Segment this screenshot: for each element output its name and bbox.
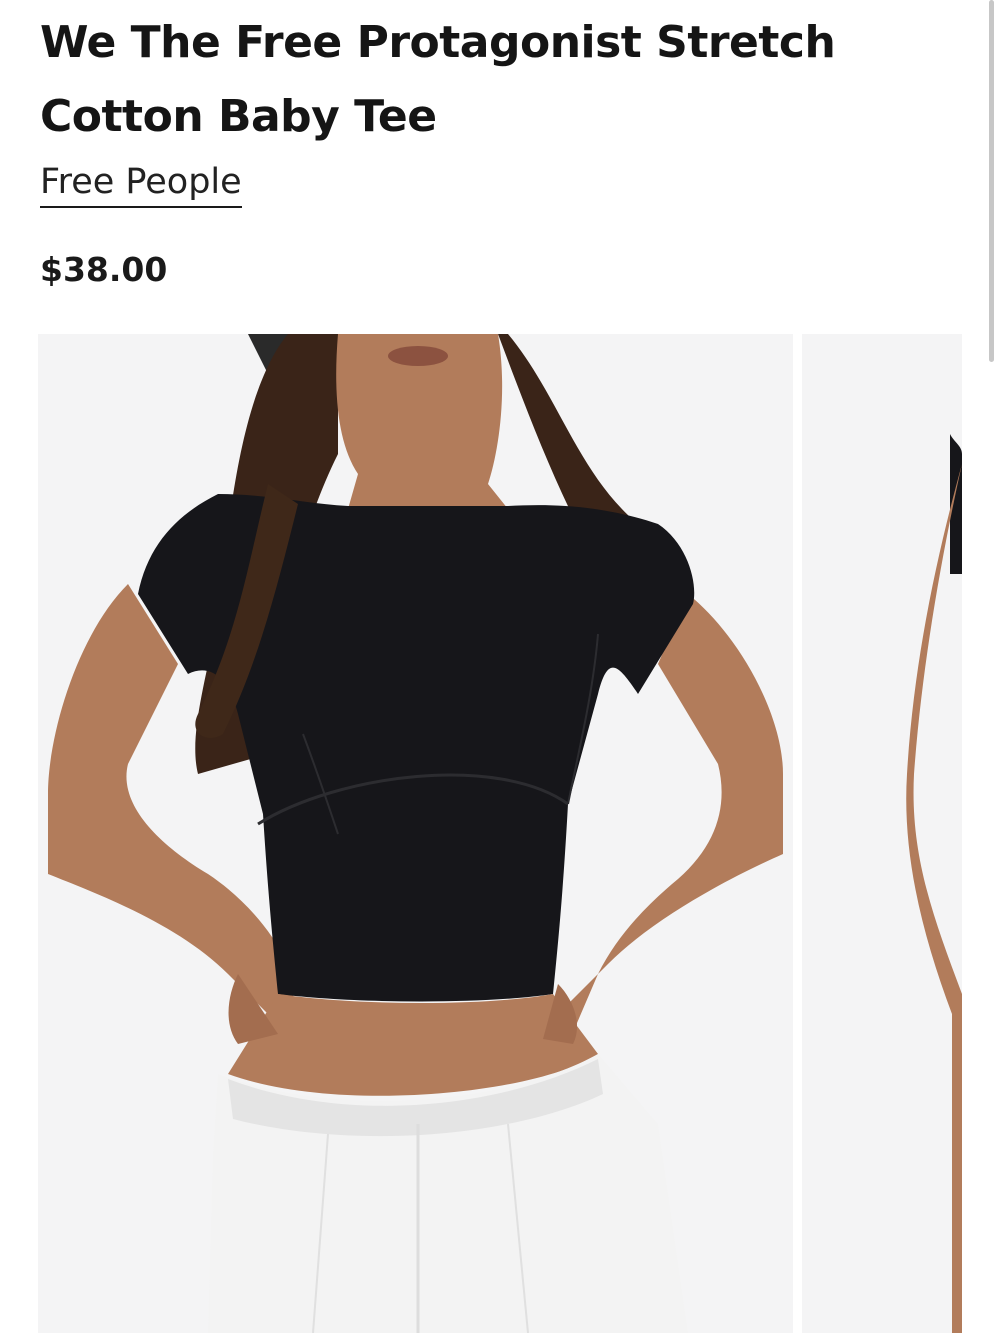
scrollbar[interactable] <box>989 0 994 362</box>
model-side-photo-illustration <box>802 334 962 1333</box>
image-gallery[interactable] <box>0 334 1000 1333</box>
model-photo-illustration <box>38 334 793 1333</box>
product-page: We The Free Protagonist Stretch Cotton B… <box>0 0 1000 1333</box>
product-title: We The Free Protagonist Stretch Cotton B… <box>40 17 836 142</box>
product-image-next[interactable] <box>802 334 962 1333</box>
product-price: $38.00 <box>40 250 168 289</box>
product-image-main[interactable] <box>38 334 793 1333</box>
brand-link[interactable]: Free People <box>40 158 242 208</box>
